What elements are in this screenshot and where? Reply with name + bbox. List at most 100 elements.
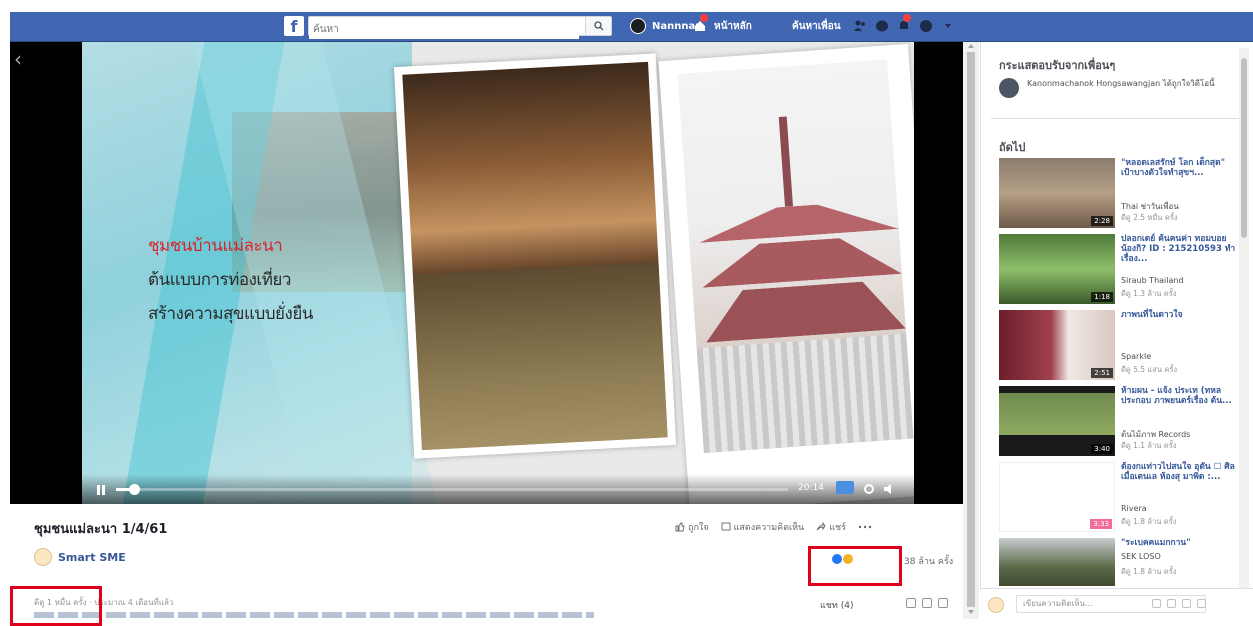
comment-button[interactable]: แสดงความคิดเห็น	[721, 520, 804, 534]
comment-icon	[721, 522, 731, 531]
hd-toggle-button[interactable]	[836, 481, 854, 494]
progress-knob[interactable]	[129, 484, 141, 495]
pause-button[interactable]	[94, 482, 108, 496]
recommended-video[interactable]: 3:33 ต้องกแท่าวไปสนใจ อุตัน ☐ ศิลเมื่อเต…	[999, 462, 1239, 534]
nav-find-friends-label[interactable]: ค้นหาเพื่อน	[792, 19, 841, 34]
video-thumbnail[interactable]: 3:33	[999, 462, 1115, 532]
share-icon	[816, 522, 826, 531]
recommended-video-views: ดีดู 5.5 แสน ครั้ง	[1121, 365, 1178, 374]
video-title: ชุมชนแม่ละนา 1/4/61	[34, 522, 168, 537]
recommended-video[interactable]: 1:18 ปลอกเดย์ ค้นคนค่า ทอมบอยน้องกิ? ID …	[999, 234, 1239, 306]
comment-sort-label[interactable]: แชท (4)	[820, 598, 853, 612]
search-input[interactable]	[309, 20, 579, 39]
nav-home-label[interactable]: หน้าหลัก	[714, 19, 752, 34]
notifications-icon[interactable]	[896, 14, 912, 34]
like-button[interactable]: ถูกใจ	[675, 520, 709, 534]
comment-tools	[906, 598, 948, 608]
recommended-video-title[interactable]: ภาพนที่ในดาวใจ	[1121, 310, 1237, 320]
friends-feedback-heading: กระแสตอบรับจากเพื่อนๆ	[999, 59, 1116, 72]
overlay-line-3: สร้างความสุขแบบยั่งยืน	[148, 304, 313, 324]
gear-icon[interactable]	[938, 598, 948, 608]
temple-roof-2	[700, 234, 902, 288]
recommended-video-title[interactable]: ต้องกแท่าวไปสนใจ อุตัน ☐ ศิลเมื่อเตนเล ห…	[1121, 462, 1237, 482]
recommended-video-source[interactable]: Siraub Thailand	[1121, 276, 1184, 285]
video-duration: 2:51	[1091, 368, 1113, 378]
cave-photo-card	[393, 53, 677, 459]
share-button[interactable]: แชร์	[816, 520, 846, 534]
emoji-icon[interactable]	[906, 598, 916, 608]
home-icon	[692, 14, 708, 34]
recommended-video-views: ดีดู 2.5 หมื่น ครั้ง	[1121, 213, 1178, 222]
recommended-video-views: ดีดู 1.8 ล้าน ครั้ง	[1121, 567, 1177, 576]
slide-title-panel: ชุมชนบ้านแม่ละนา ต้นแบบการท่องเที่ยว สร้…	[82, 42, 447, 504]
recommended-video-source[interactable]: Sparkle	[1121, 352, 1151, 361]
recommended-video-title[interactable]: ปลอกเดย์ ค้นคนค่า ทอมบอยน้องกิ? ID : 215…	[1121, 234, 1237, 264]
volume-icon[interactable]	[882, 481, 896, 495]
camera-icon[interactable]	[1167, 599, 1176, 608]
scroll-down-icon[interactable]	[968, 610, 974, 614]
temple-photo	[677, 59, 914, 454]
help-icon[interactable]	[918, 18, 934, 34]
settings-icon[interactable]	[862, 481, 876, 495]
up-next-heading: ถัดไป	[999, 141, 1026, 154]
friend-requests-icon[interactable]	[852, 18, 868, 34]
recommended-video[interactable]: 2:51 ภาพนที่ในดาวใจ Sparkle ดีดู 5.5 แสน…	[999, 310, 1239, 382]
recommended-video-views: ดีดู 1.1 ล้าน ครั้ง	[1121, 441, 1177, 450]
nav-find-friends[interactable]: ค้นหาเพื่อน	[792, 16, 841, 36]
progress-fill	[116, 488, 130, 491]
page-row: Smart SME	[34, 548, 126, 566]
gif-icon[interactable]	[922, 598, 932, 608]
more-options-button[interactable]	[858, 524, 872, 530]
recommended-video-source[interactable]: Rivera	[1121, 504, 1147, 513]
gif-icon[interactable]	[1182, 599, 1191, 608]
back-chevron-icon[interactable]: ‹	[14, 48, 30, 70]
video-thumbnail[interactable]: 3:40	[999, 386, 1115, 456]
sidebar-scroll-thumb[interactable]	[1241, 58, 1247, 238]
page-avatar[interactable]	[34, 548, 52, 566]
progress-bar[interactable]	[116, 484, 788, 495]
main-scrollbar[interactable]	[963, 42, 979, 619]
scroll-up-icon[interactable]	[968, 44, 974, 48]
video-thumbnail[interactable]: 1:18	[999, 234, 1115, 304]
post-actions: ถูกใจ แสดงความคิดเห็น แชร์	[675, 520, 872, 534]
friend-avatar[interactable]	[999, 78, 1019, 98]
post-description	[34, 612, 594, 618]
temple-roof-1	[697, 199, 899, 243]
video-thumbnail[interactable]: 2:28	[999, 158, 1115, 228]
sticker-icon[interactable]	[1197, 599, 1206, 608]
sidebar-divider	[991, 118, 1241, 119]
pause-icon	[97, 485, 105, 495]
main-scroll-thumb[interactable]	[967, 52, 975, 607]
chevron-down-icon[interactable]	[940, 18, 956, 34]
page-name-link[interactable]: Smart SME	[58, 551, 126, 564]
video-frame[interactable]: ชุมชนบ้านแม่ละนา ต้นแบบการท่องเที่ยว สร้…	[82, 42, 914, 504]
video-thumbnail[interactable]	[999, 538, 1115, 586]
more-icon	[858, 525, 872, 529]
nav-home[interactable]: หน้าหลัก	[692, 14, 752, 36]
top-bar: f Nannnan หน้าหลัก ค้นหาเพื่อน	[0, 0, 1253, 42]
video-player[interactable]: ‹ ชุมชนบ้านแม่ละนา ต้นแบบการท่องเที่ยว ส…	[10, 42, 963, 504]
video-duration: 2:28	[1091, 216, 1113, 226]
video-thumbnail[interactable]: 2:51	[999, 310, 1115, 380]
search-box[interactable]	[308, 16, 612, 39]
sidebar-scrollbar[interactable]	[1239, 48, 1249, 588]
right-sidebar: กระแสตอบรับจากเพื่อนๆ Kanonmachanok Hong…	[980, 42, 1253, 619]
search-button[interactable]	[585, 17, 611, 35]
video-duration: 3:33	[1090, 519, 1112, 529]
profile-avatar[interactable]	[630, 18, 646, 34]
time-remaining: 20:14	[798, 483, 824, 493]
highlight-box-reactions	[808, 546, 902, 586]
friend-activity-row[interactable]: Kanonmachanok Hongsawangjan ได้ถูกใจวิดี…	[999, 78, 1229, 98]
like-label: ถูกใจ	[688, 523, 709, 533]
recommended-video[interactable]: 2:28 "หลอดเลสรักษ์ โลก เด็กสุด" เป้าบางต…	[999, 158, 1239, 230]
messenger-icon[interactable]	[874, 18, 890, 34]
recommended-video-source[interactable]: SEK LOSO	[1121, 552, 1161, 561]
emoji-icon[interactable]	[1152, 599, 1161, 608]
recommended-video[interactable]: 3:40 ห้ามผน - แจ้ง ประเท (ทหลประกอบ ภาพย…	[999, 386, 1239, 458]
recommended-video-title[interactable]: "ระเบคคแมกกาน"	[1121, 538, 1237, 548]
overlay-line-2: ต้นแบบการท่องเที่ยว	[148, 270, 291, 290]
facebook-logo-icon[interactable]: f	[284, 16, 304, 36]
recommended-video-title[interactable]: ห้ามผน - แจ้ง ประเท (ทหลประกอบ ภาพยนตร์เ…	[1121, 386, 1237, 406]
temple-spire	[778, 116, 793, 207]
recommended-video-title[interactable]: "หลอดเลสรักษ์ โลก เด็กสุด" เป้าบางตัวใจท…	[1121, 158, 1237, 178]
